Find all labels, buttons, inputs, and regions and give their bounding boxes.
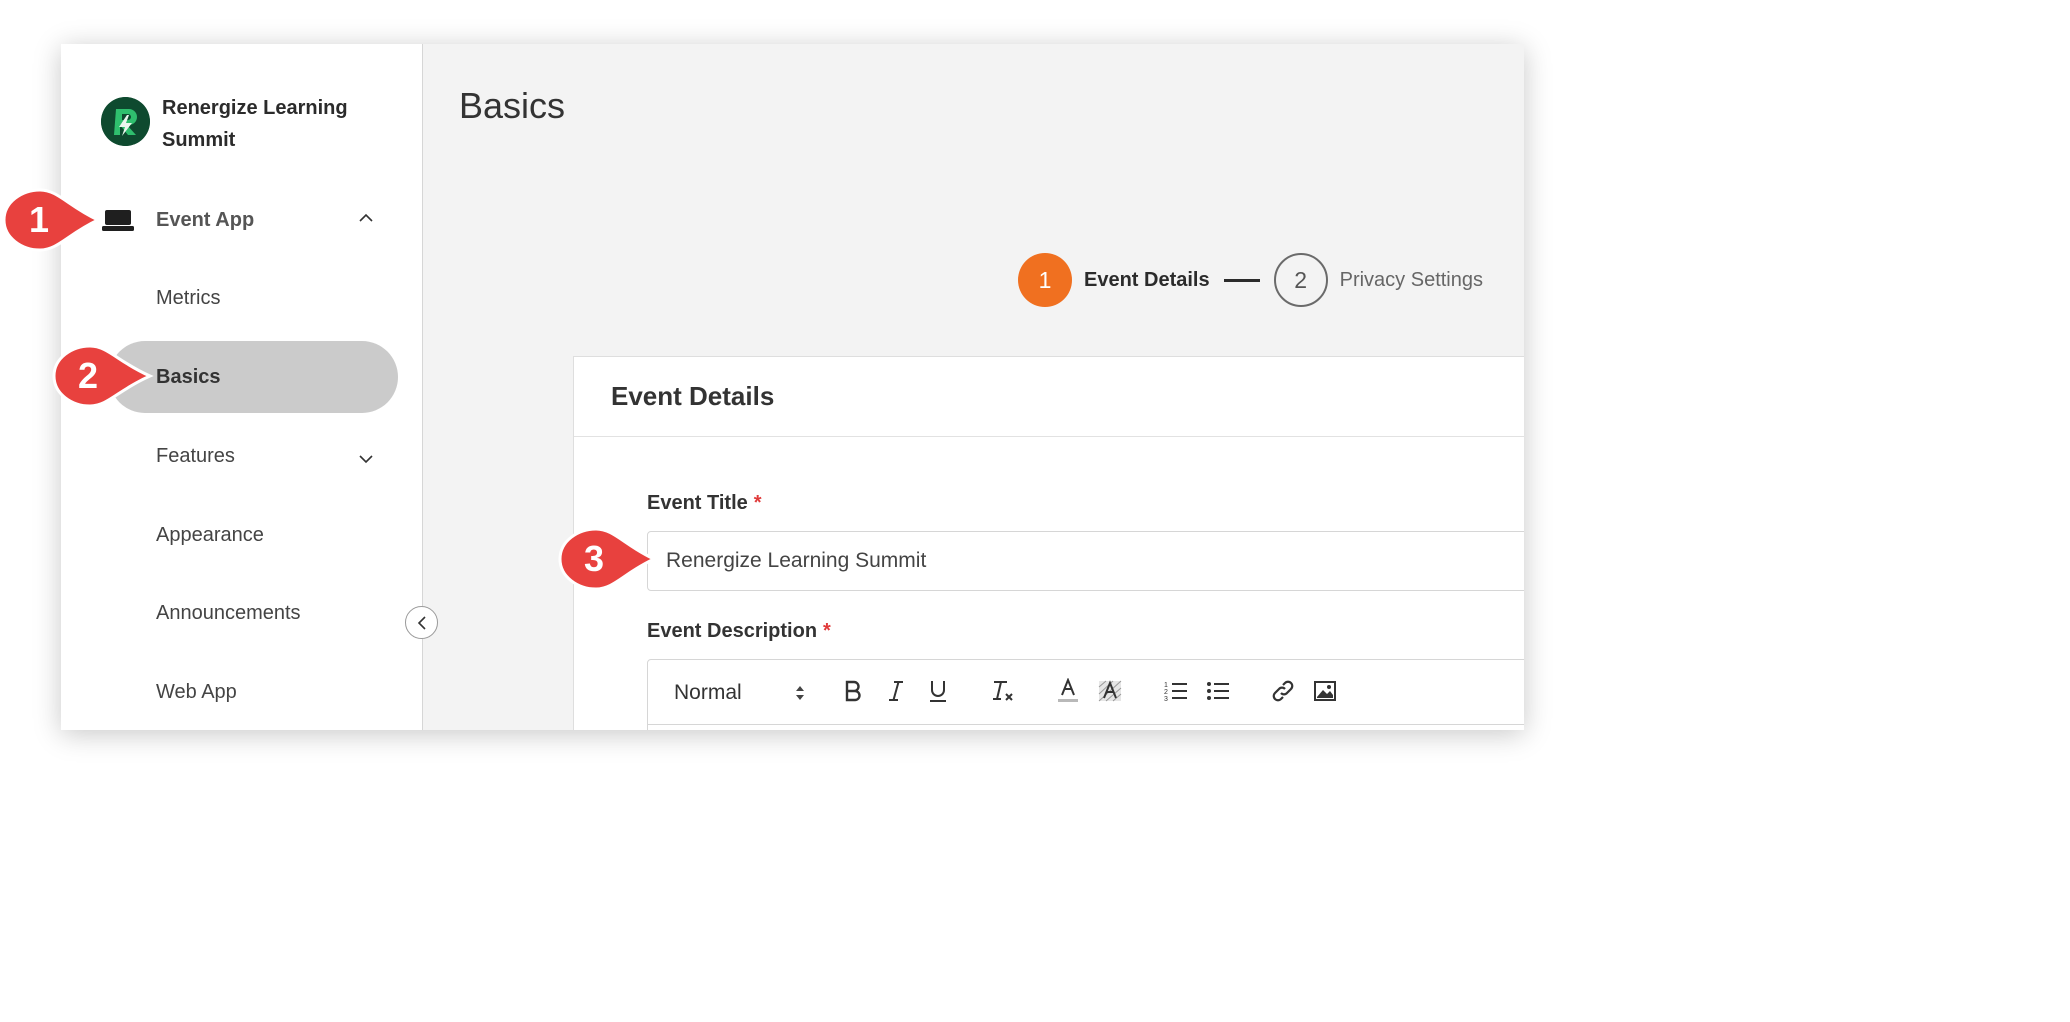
stepper: 1 Event Details 2 Privacy Settings xyxy=(1018,253,1483,307)
format-select[interactable]: Normal xyxy=(674,678,806,708)
clear-format-button[interactable] xyxy=(990,678,1016,704)
image-button[interactable] xyxy=(1312,678,1338,704)
step-1-number[interactable]: 1 xyxy=(1018,253,1072,307)
italic-button[interactable] xyxy=(883,678,909,704)
required-mark: * xyxy=(753,492,762,514)
callout-marker xyxy=(52,344,154,408)
link-icon xyxy=(1272,680,1294,702)
callout-marker xyxy=(558,527,658,591)
text-color-button[interactable] xyxy=(1055,678,1081,704)
step-2-label[interactable]: Privacy Settings xyxy=(1340,269,1483,292)
event-name: Renergize Learning Summit xyxy=(162,97,348,151)
annotation-number: 1 xyxy=(29,199,50,240)
chevron-left-icon xyxy=(417,615,426,630)
clear-format-icon xyxy=(993,681,1013,701)
nav-group-label: Event App xyxy=(156,208,255,231)
card-title: Event Details xyxy=(611,381,775,411)
annotation-number: 2 xyxy=(78,355,99,396)
sidebar-item-features[interactable]: Features xyxy=(156,442,235,470)
annotation-number: 3 xyxy=(584,538,605,579)
bullet-list-icon xyxy=(1207,682,1229,700)
event-description-label-text: Event Description xyxy=(647,620,818,642)
event-logo-icon xyxy=(101,97,150,146)
bold-button[interactable] xyxy=(840,678,866,704)
chevron-up-icon[interactable] xyxy=(359,211,373,225)
chevron-down-icon[interactable] xyxy=(359,452,373,466)
sidebar-item-web-app[interactable]: Web App xyxy=(156,678,237,706)
sidebar-item-basics-label: Basics xyxy=(156,366,221,388)
page-title: Basics xyxy=(459,85,566,126)
italic-icon xyxy=(889,681,903,701)
select-arrows-icon xyxy=(796,686,804,700)
event-title-input[interactable] xyxy=(647,531,1524,591)
ordered-list-button[interactable]: 123 xyxy=(1163,678,1189,704)
app-window: Renergize Learning Summit Event App Metr… xyxy=(61,44,1524,730)
step-2-number[interactable]: 2 xyxy=(1273,253,1328,307)
event-title-label-text: Event Title xyxy=(647,492,748,514)
annotation-1: 1 xyxy=(2,188,102,252)
svg-text:1: 1 xyxy=(1164,682,1168,689)
event-description-label: Event Description * xyxy=(647,620,831,643)
bold-icon xyxy=(845,680,861,702)
ordered-list-icon: 123 xyxy=(1164,682,1187,702)
editor-toolbar: Normal 1 2 3 xyxy=(648,660,1524,725)
required-mark: * xyxy=(823,620,831,642)
svg-text:2: 2 xyxy=(1164,689,1168,696)
callout-marker xyxy=(2,188,102,252)
sidebar-item-announcements[interactable]: Announcements xyxy=(156,599,301,627)
event-brand[interactable]: Renergize Learning Summit xyxy=(101,92,372,156)
collapse-sidebar-button[interactable] xyxy=(405,606,438,639)
format-select-value: Normal xyxy=(674,681,742,704)
event-title-label: Event Title * xyxy=(647,492,762,515)
bullet-list-button[interactable] xyxy=(1205,678,1231,704)
background-color-button[interactable] xyxy=(1097,678,1123,704)
underline-button[interactable] xyxy=(925,678,951,704)
sidebar-item-appearance[interactable]: Appearance xyxy=(156,521,264,549)
underline-icon xyxy=(930,681,946,702)
background-color-icon xyxy=(1098,680,1122,702)
link-button[interactable] xyxy=(1270,678,1296,704)
svg-text:3: 3 xyxy=(1164,696,1168,702)
event-details-card: Event Details Event Title* Event Descrip… xyxy=(573,356,1524,730)
nav-group-event-app[interactable]: Event App xyxy=(101,206,381,234)
card-header: Event Details xyxy=(574,357,1524,437)
annotation-3: 3 xyxy=(558,527,658,591)
image-icon xyxy=(1314,681,1336,701)
step-connector xyxy=(1223,278,1260,282)
event-description-editor[interactable]: Normal 1 2 3 xyxy=(647,659,1524,730)
sidebar-item-metrics[interactable]: Metrics xyxy=(156,284,220,312)
step-1-label[interactable]: Event Details xyxy=(1084,269,1210,292)
text-color-icon xyxy=(1058,678,1078,702)
annotation-2: 2 xyxy=(52,344,154,408)
